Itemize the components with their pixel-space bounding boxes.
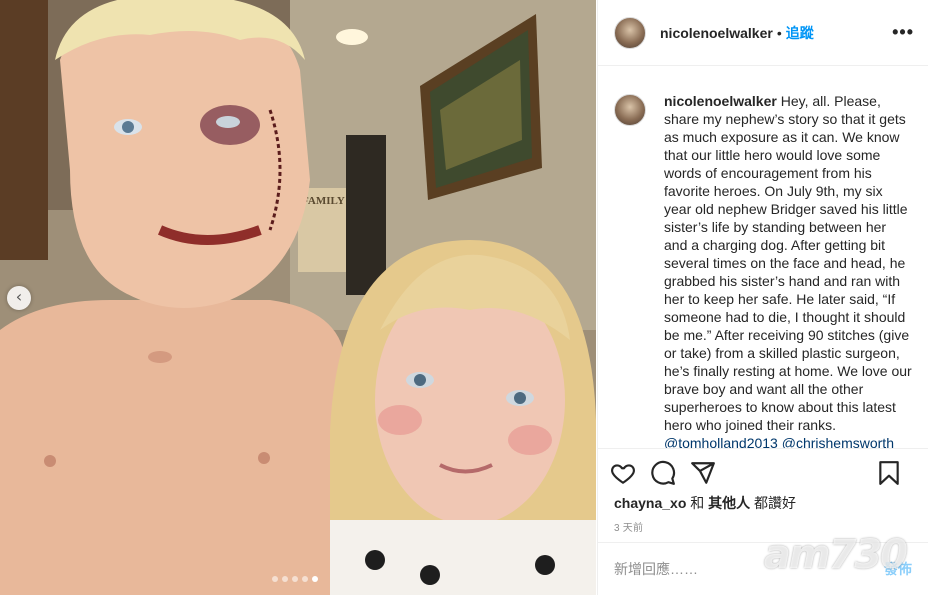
- likes-summary: chayna_xo 和 其他人 都讚好: [614, 493, 796, 513]
- carousel-dot: [282, 576, 288, 582]
- watermark-logo: am730: [763, 532, 908, 578]
- photo-illustration: FAMILY: [0, 0, 596, 595]
- comments-area[interactable]: nicolenoelwalker Hey, all. Please, share…: [598, 66, 928, 448]
- action-bar: [598, 448, 928, 496]
- header-username[interactable]: nicolenoelwalker: [660, 25, 773, 41]
- header-separator: •: [776, 24, 782, 41]
- likes-end: 都讚好: [754, 495, 797, 511]
- heart-icon: [611, 463, 635, 484]
- share-button[interactable]: [690, 453, 730, 493]
- carousel-dots: [272, 576, 318, 582]
- post-header: nicolenoelwalker • 追蹤 •••: [598, 0, 928, 66]
- carousel-dot: [272, 576, 278, 582]
- post-timestamp[interactable]: 3 天前: [614, 519, 643, 534]
- caption: nicolenoelwalker Hey, all. Please, share…: [664, 92, 912, 448]
- save-button[interactable]: [876, 453, 916, 493]
- avatar[interactable]: [614, 16, 646, 49]
- carousel-dot-active: [312, 576, 318, 582]
- likes-username[interactable]: chayna_xo: [614, 495, 686, 511]
- share-icon: [691, 461, 715, 484]
- carousel-dot: [302, 576, 308, 582]
- like-button[interactable]: [610, 453, 650, 493]
- likes-others-link[interactable]: 其他人: [708, 495, 750, 511]
- carousel-dot: [292, 576, 298, 582]
- chevron-left-icon: ‹: [15, 287, 23, 306]
- caption-username[interactable]: nicolenoelwalker: [664, 93, 777, 109]
- caption-tags[interactable]: @tomholland2013 @chrishemsworth: [664, 435, 894, 448]
- post-photo: FAMILY ‹: [0, 0, 596, 595]
- follow-button[interactable]: 追蹤: [786, 23, 814, 43]
- comment-button[interactable]: [650, 453, 690, 493]
- post-side-panel: nicolenoelwalker • 追蹤 ••• nicolenoelwalk…: [597, 0, 928, 595]
- bookmark-icon: [879, 460, 899, 485]
- comment-icon: [651, 460, 676, 485]
- likes-and: 和: [690, 495, 705, 511]
- more-options-icon[interactable]: •••: [892, 22, 914, 43]
- wall-sign-text: FAMILY: [302, 195, 345, 207]
- carousel-prev-button[interactable]: ‹: [7, 286, 31, 310]
- caption-row: nicolenoelwalker Hey, all. Please, share…: [614, 92, 912, 448]
- caption-text: Hey, all. Please, share my nephew’s stor…: [664, 93, 912, 433]
- caption-avatar[interactable]: [614, 94, 646, 126]
